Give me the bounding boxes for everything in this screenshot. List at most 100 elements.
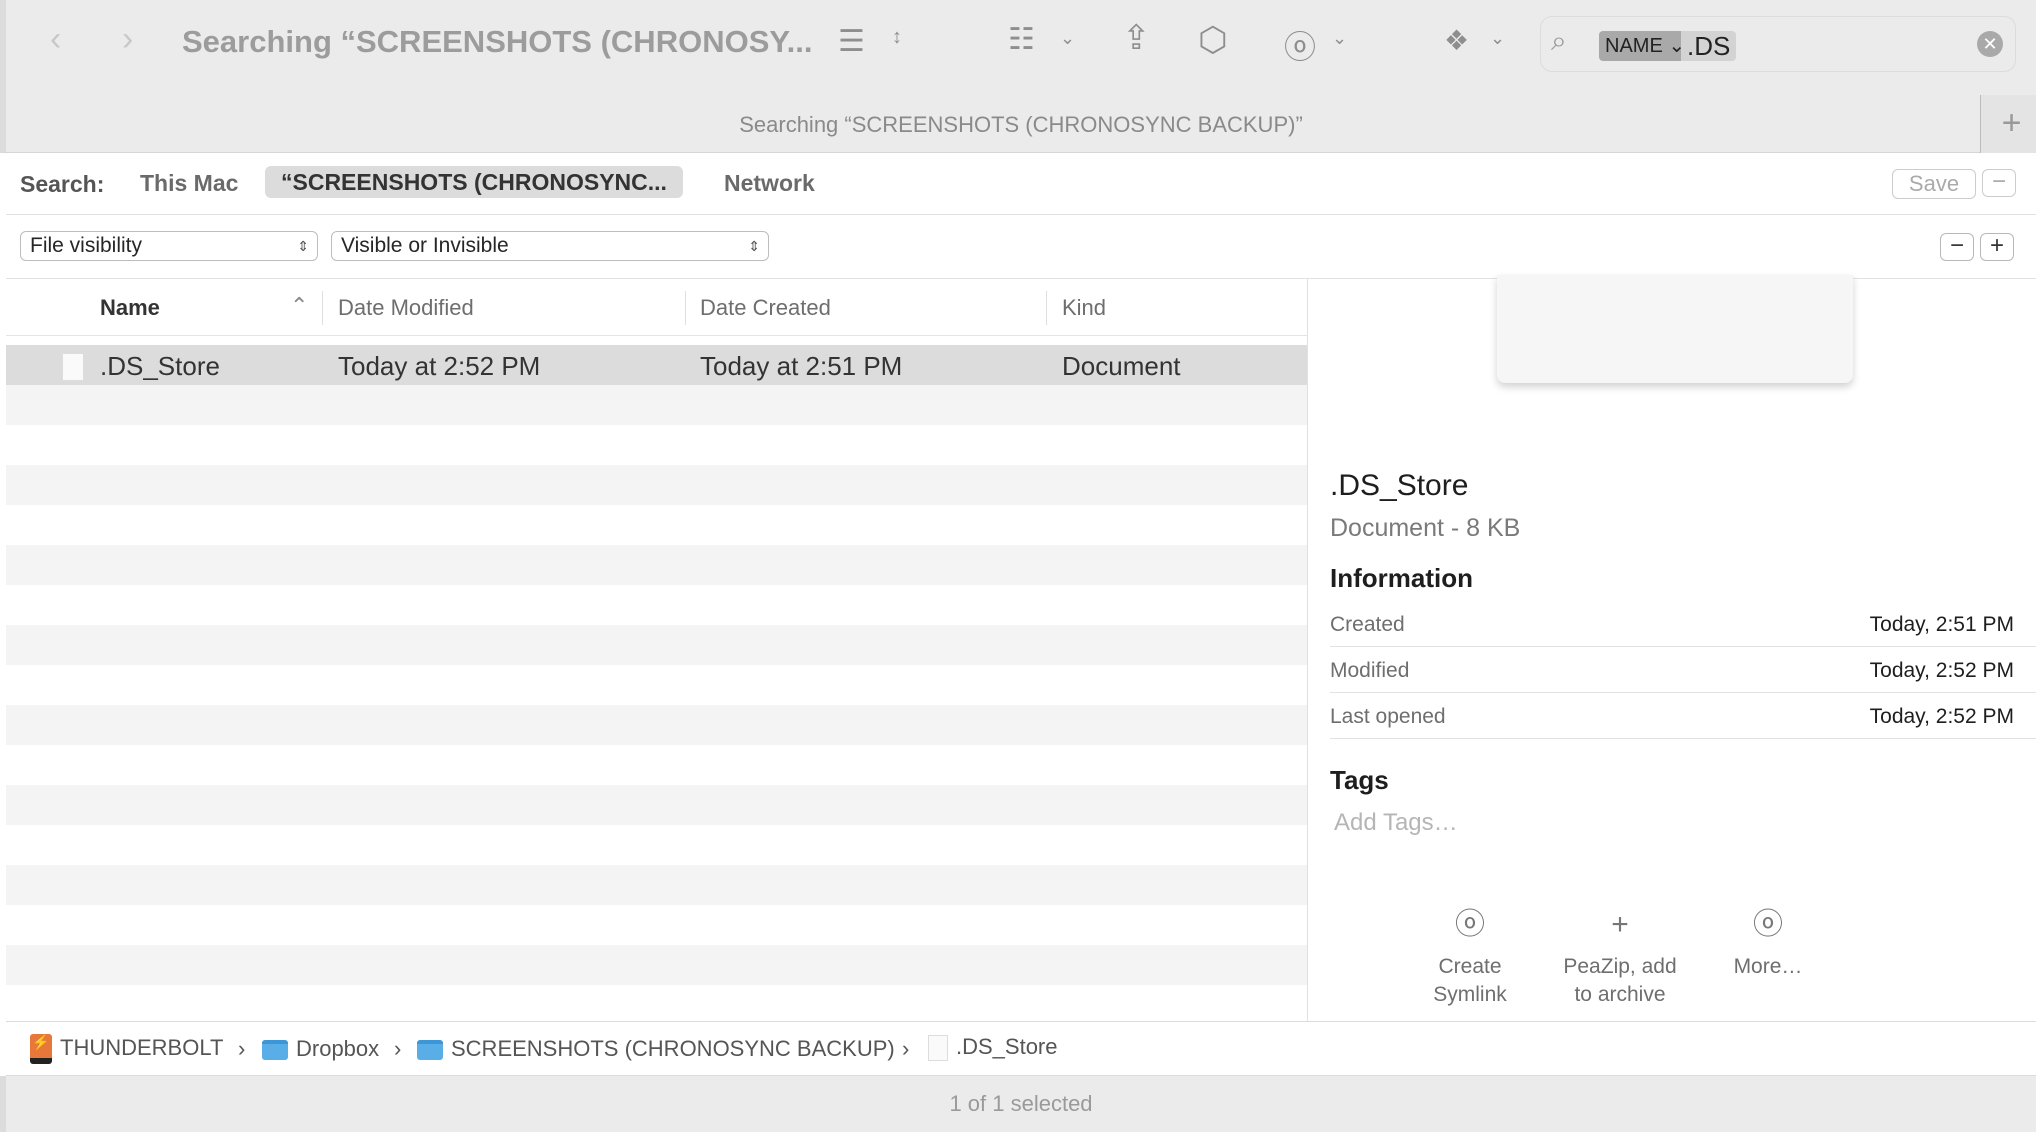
column-date-modified[interactable]: Date Modified bbox=[338, 295, 474, 321]
info-key: Last opened bbox=[1330, 705, 1446, 728]
chevron-right-icon: › bbox=[394, 1036, 402, 1061]
scope-network[interactable]: Network bbox=[724, 170, 815, 197]
chevron-down-icon[interactable]: ⌄ bbox=[1490, 28, 1505, 49]
status-bar: 1 of 1 selected bbox=[0, 1076, 2036, 1132]
empty-row bbox=[6, 825, 1307, 865]
column-kind[interactable]: Kind bbox=[1062, 295, 1106, 321]
search-label: Search: bbox=[20, 171, 105, 197]
folder-icon bbox=[262, 1040, 288, 1061]
info-value: Today, 2:51 PM bbox=[1869, 613, 2014, 636]
table-row[interactable]: .DS_Store Today at 2:52 PM Today at 2:51… bbox=[6, 345, 1307, 385]
add-criterion-button[interactable]: + bbox=[1980, 233, 2014, 261]
add-tags-field[interactable]: Add Tags… bbox=[1334, 809, 1458, 837]
path-label: Dropbox bbox=[296, 1036, 380, 1061]
column-date-created[interactable]: Date Created bbox=[700, 295, 831, 321]
sort-chevrons-icon[interactable]: ↕ bbox=[892, 26, 902, 49]
search-field[interactable]: ⌕ NAME ⌄ .DS ✕ bbox=[1540, 16, 2016, 72]
cell-kind: Document bbox=[1062, 351, 1181, 381]
chevron-right-icon: › bbox=[902, 1036, 910, 1061]
folder-icon bbox=[417, 1040, 443, 1061]
remove-criterion-button[interactable]: − bbox=[1940, 233, 1974, 261]
preview-pane: .DS_Store Document - 8 KB Information Cr… bbox=[1309, 275, 2036, 1021]
scope-folder[interactable]: “SCREENSHOTS (CHRONOSYNC... bbox=[265, 166, 683, 198]
action-label: More… bbox=[1733, 955, 1803, 978]
path-item-dropbox[interactable]: Dropbox bbox=[262, 1036, 379, 1062]
attribute-value: File visibility bbox=[30, 234, 143, 257]
quick-action-button[interactable]: ⓞ More… bbox=[1688, 910, 1848, 981]
path-label: SCREENSHOTS (CHRONOSYNC BACKUP) bbox=[451, 1036, 895, 1061]
updown-icon: ⇕ bbox=[748, 238, 760, 254]
chevron-down-icon[interactable]: ⌄ bbox=[1060, 28, 1075, 49]
chevron-down-icon[interactable]: ⌄ bbox=[1332, 28, 1347, 49]
attribute-popup[interactable]: File visibility ⇕ bbox=[20, 231, 318, 261]
column-divider[interactable] bbox=[685, 291, 686, 325]
empty-row bbox=[6, 385, 1307, 425]
group-icon[interactable]: ☷ bbox=[1008, 22, 1035, 57]
share-icon[interactable]: ⇪ bbox=[1122, 18, 1151, 58]
empty-row bbox=[6, 865, 1307, 905]
info-row: Last opened Today, 2:52 PM bbox=[1330, 693, 2036, 739]
updown-icon: ⇕ bbox=[297, 238, 309, 254]
tag-icon[interactable]: ⬡ bbox=[1198, 20, 1228, 60]
tab-search[interactable]: Searching “SCREENSHOTS (CHRONOSYNC BACKU… bbox=[6, 112, 2036, 138]
search-criteria-row: File visibility ⇕ Visible or Invisible ⇕ −… bbox=[6, 215, 2036, 279]
empty-row bbox=[6, 585, 1307, 625]
info-key: Modified bbox=[1330, 659, 1410, 682]
clear-icon[interactable]: ✕ bbox=[1977, 31, 2003, 57]
info-key: Created bbox=[1330, 613, 1405, 636]
forward-icon[interactable]: › bbox=[122, 20, 133, 59]
action-label: to archive bbox=[1574, 983, 1666, 1006]
plus-icon: + bbox=[1611, 908, 1629, 941]
preview-subtitle: Document - 8 KB bbox=[1330, 514, 1521, 542]
remove-search-button[interactable]: − bbox=[1982, 169, 2016, 197]
file-list: Name ⌃ Date Modified Date Created Kind .… bbox=[6, 279, 1308, 1021]
list-header: Name ⌃ Date Modified Date Created Kind bbox=[6, 279, 1307, 336]
path-item-ds-store[interactable]: .DS_Store bbox=[928, 1034, 1058, 1062]
value-popup[interactable]: Visible or Invisible ⇕ bbox=[331, 231, 769, 261]
column-divider[interactable] bbox=[1046, 291, 1047, 325]
tags-heading: Tags bbox=[1330, 765, 1389, 795]
dropbox-icon[interactable]: ❖ bbox=[1444, 24, 1469, 57]
column-divider[interactable] bbox=[322, 291, 323, 325]
save-button[interactable]: Save bbox=[1892, 169, 1976, 199]
empty-row bbox=[6, 665, 1307, 705]
document-icon bbox=[928, 1035, 948, 1062]
info-row: Modified Today, 2:52 PM bbox=[1330, 647, 2036, 693]
column-name[interactable]: Name bbox=[100, 295, 160, 321]
toolbar: ‹ › Searching “SCREENSHOTS (CHRONOSY... … bbox=[0, 0, 2036, 95]
path-bar: ⚡ THUNDERBOLT › Dropbox › SCREENSHOTS (CH… bbox=[6, 1021, 2036, 1076]
quick-action-button[interactable]: ⓞ Create Symlink bbox=[1390, 908, 1550, 1009]
more-icon[interactable]: ⓞ bbox=[1284, 22, 1316, 68]
information-heading: Information bbox=[1330, 563, 1473, 593]
new-tab-button[interactable]: + bbox=[1980, 95, 2036, 153]
back-icon[interactable]: ‹ bbox=[50, 20, 61, 59]
sort-ascending-icon: ⌃ bbox=[290, 293, 309, 318]
empty-row bbox=[6, 785, 1307, 825]
info-row: Created Today, 2:51 PM bbox=[1330, 601, 2036, 647]
list-view-icon[interactable]: ☰ bbox=[838, 24, 865, 59]
file-thumbnail bbox=[1497, 275, 1853, 383]
search-token-attribute[interactable]: NAME ⌄ bbox=[1599, 31, 1692, 61]
tab-bar: Searching “SCREENSHOTS (CHRONOSYNC BACKU… bbox=[0, 95, 2036, 153]
cell-name: .DS_Store bbox=[100, 351, 220, 381]
cell-date-modified: Today at 2:52 PM bbox=[338, 351, 541, 381]
document-icon bbox=[62, 350, 92, 382]
path-item-thunderbolt[interactable]: ⚡ THUNDERBOLT bbox=[30, 1034, 223, 1064]
search-token-value[interactable]: .DS bbox=[1681, 31, 1737, 61]
chevron-right-icon: › bbox=[238, 1036, 246, 1061]
path-item-screenshots[interactable]: SCREENSHOTS (CHRONOSYNC BACKUP) bbox=[417, 1036, 895, 1062]
info-value: Today, 2:52 PM bbox=[1869, 659, 2014, 682]
scope-this-mac[interactable]: This Mac bbox=[140, 170, 238, 197]
action-label: Create bbox=[1438, 955, 1502, 978]
drive-icon: ⚡ bbox=[30, 1034, 52, 1064]
quick-action-button[interactable]: + PeaZip, add to archive bbox=[1540, 908, 1700, 1009]
empty-row bbox=[6, 465, 1307, 505]
path-label: .DS_Store bbox=[956, 1034, 1058, 1059]
ellipsis-circle-icon: ⓞ bbox=[1455, 908, 1485, 941]
empty-row bbox=[6, 625, 1307, 665]
empty-row bbox=[6, 505, 1307, 545]
path-label: THUNDERBOLT bbox=[60, 1034, 224, 1060]
empty-row bbox=[6, 905, 1307, 945]
empty-row bbox=[6, 745, 1307, 785]
empty-row bbox=[6, 705, 1307, 745]
